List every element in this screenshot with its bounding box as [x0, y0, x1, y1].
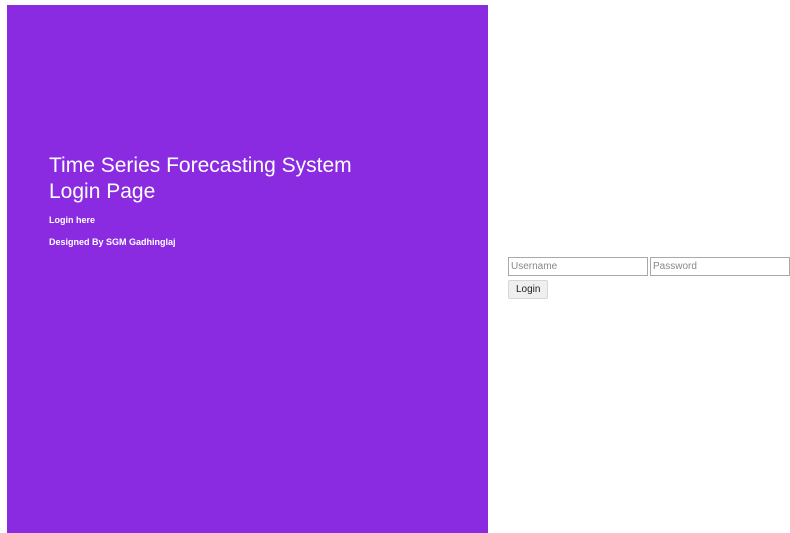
page-title-line2: Login Page — [49, 180, 156, 203]
login-button[interactable]: Login — [508, 280, 549, 299]
login-here-text: Login here — [49, 215, 96, 225]
sidebar-text-block: Time Series Forecasting System Login Pag… — [49, 153, 469, 247]
password-input[interactable] — [650, 257, 790, 276]
designed-by-text: Designed By SGM Gadhinglaj — [49, 237, 176, 247]
username-input[interactable] — [508, 257, 648, 276]
sidebar-panel: Time Series Forecasting System Login Pag… — [7, 5, 488, 533]
page-title-line1: Time Series Forecasting System — [49, 154, 352, 177]
login-page: Time Series Forecasting System Login Pag… — [0, 0, 790, 533]
login-form: Login — [508, 257, 790, 299]
login-fields-row — [508, 257, 790, 276]
